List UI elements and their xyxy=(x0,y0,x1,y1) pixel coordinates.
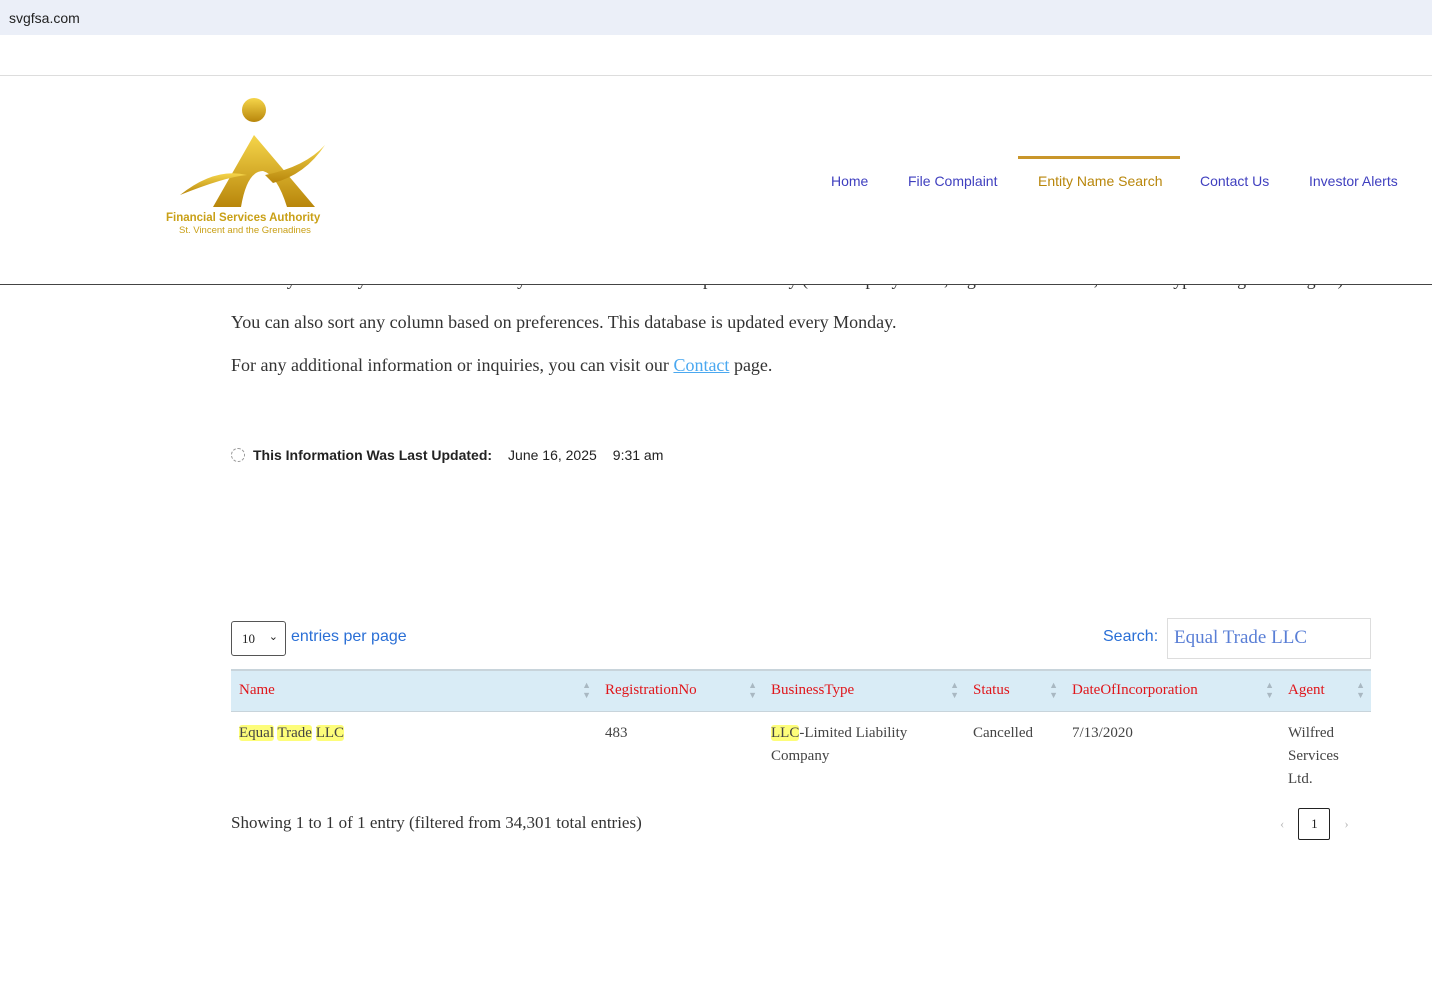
intro-paragraph-3: For any additional information or inquir… xyxy=(231,351,1371,379)
sort-icon: ▲ ▼ xyxy=(1356,680,1365,700)
search-label: Search: xyxy=(1103,628,1159,645)
table-controls: 10 ⌄ entries per page Search: Equal Trade… xyxy=(231,618,1371,660)
next-page-button[interactable]: › xyxy=(1344,816,1348,832)
text: page. xyxy=(729,355,773,375)
page-button-1[interactable]: 1 xyxy=(1298,808,1331,840)
cell-status: Cancelled xyxy=(973,724,1033,741)
table-row: Equal Trade LLC 483 LLC-Limited Liabilit… xyxy=(231,711,1371,801)
sort-icon: ▲ ▼ xyxy=(950,680,959,700)
highlight: Trade xyxy=(277,724,312,741)
active-nav-indicator xyxy=(1018,156,1180,159)
intro-paragraph-2: You can also sort any column based on pr… xyxy=(231,312,897,332)
last-updated-time: 9:31 am xyxy=(612,447,664,463)
column-header-dateofincorporation[interactable]: DateOfIncorporation ▲ ▼ xyxy=(1064,669,1280,712)
entity-table: Name ▲ ▼ RegistrationNo ▲ ▼ BusinessType ▲ ▼ S… xyxy=(231,669,1371,801)
divider xyxy=(0,75,1432,76)
last-updated-date: June 16, 2025 xyxy=(508,447,597,463)
previous-page-button[interactable]: ‹ xyxy=(1280,816,1284,832)
logo-title: Financial Services Authority xyxy=(166,212,321,224)
last-updated: This Information Was Last Updated: June … xyxy=(231,447,663,463)
site-header: Financial Services Authority St. Vincent… xyxy=(0,35,1432,285)
header-label: BusinessType xyxy=(771,682,855,699)
header-label: Agent xyxy=(1288,682,1325,699)
text: For any additional information or inquir… xyxy=(231,355,674,375)
column-header-agent[interactable]: Agent ▲ ▼ xyxy=(1280,669,1371,712)
logo-emblem-icon xyxy=(180,98,325,207)
sort-icon: ▲ ▼ xyxy=(1049,680,1058,700)
nav-home[interactable]: Home xyxy=(831,173,868,189)
clock-icon xyxy=(231,448,245,462)
contact-link[interactable]: Contact xyxy=(673,355,729,375)
chevron-down-icon: ⌄ xyxy=(268,631,278,643)
table-info: Showing 1 to 1 of 1 entry (filtered from… xyxy=(231,813,642,832)
cell-name: Equal Trade LLC xyxy=(231,711,597,801)
entries-per-page-select[interactable]: 10 ⌄ xyxy=(231,621,286,656)
header-label: RegistrationNo xyxy=(605,682,697,699)
highlight: LLC xyxy=(771,724,800,741)
cell-dateofincorporation: 7/13/2020 xyxy=(1072,724,1133,741)
url-text: svgfsa.com xyxy=(9,10,80,26)
cell-businesstype: LLC-Limited Liability Company xyxy=(763,711,965,801)
sort-icon: ▲ ▼ xyxy=(1265,680,1274,700)
header-label: DateOfIncorporation xyxy=(1072,682,1198,699)
select-value: 10 xyxy=(242,631,255,646)
sort-icon: ▲ ▼ xyxy=(582,680,591,700)
header-label: Status xyxy=(973,682,1010,699)
highlight: LLC xyxy=(315,724,345,741)
sort-icon: ▲ ▼ xyxy=(748,680,757,700)
entries-per-page-label: entries per page xyxy=(291,628,407,645)
column-header-status[interactable]: Status ▲ ▼ xyxy=(965,669,1064,712)
nav-investor-alerts[interactable]: Investor Alerts xyxy=(1309,173,1398,189)
cell-agent: Wilfred Services Ltd. xyxy=(1288,724,1339,787)
search-input[interactable]: Equal Trade LLC xyxy=(1167,618,1371,659)
nav-contact-us[interactable]: Contact Us xyxy=(1200,173,1269,189)
address-bar[interactable]: svgfsa.com xyxy=(0,0,1432,35)
cell-registrationno: 483 xyxy=(605,724,628,741)
column-header-registrationno[interactable]: RegistrationNo ▲ ▼ xyxy=(597,669,763,712)
last-updated-label: This Information Was Last Updated: xyxy=(253,447,493,463)
highlight: Equal xyxy=(239,724,274,741)
column-header-businesstype[interactable]: BusinessType ▲ ▼ xyxy=(763,669,965,712)
fsa-logo[interactable]: Financial Services Authority St. Vincent… xyxy=(165,97,350,237)
pagination: ‹ 1 › xyxy=(1280,808,1349,840)
nav-entity-name-search[interactable]: Entity Name Search xyxy=(1038,173,1163,189)
logo-subtitle: St. Vincent and the Grenadines xyxy=(179,225,311,236)
nav-file-complaint[interactable]: File Complaint xyxy=(908,173,997,189)
header-label: Name xyxy=(239,682,275,699)
column-header-name[interactable]: Name ▲ ▼ xyxy=(231,669,597,712)
